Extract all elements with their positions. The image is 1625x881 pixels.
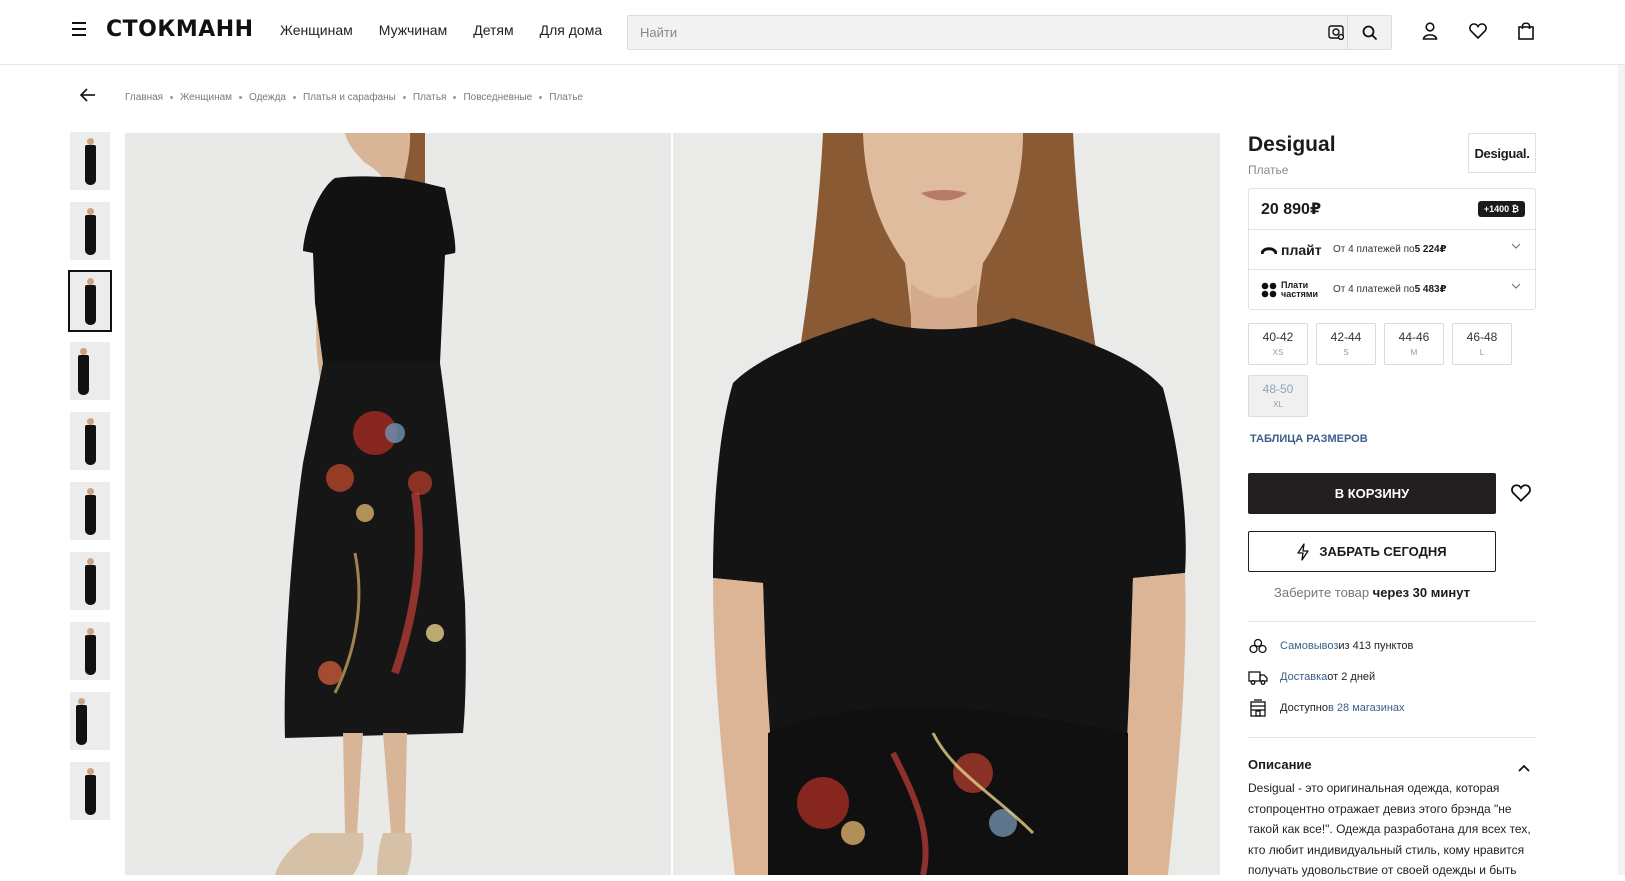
search-icon[interactable] <box>1347 16 1392 49</box>
bonus-badge: +1400 ₿ <box>1477 201 1525 217</box>
breadcrumb-separator <box>239 96 243 99</box>
thumbnail[interactable] <box>70 342 110 400</box>
nav-kids[interactable]: Детям <box>473 22 513 38</box>
size-option[interactable]: 44-46 M <box>1384 323 1444 365</box>
breadcrumb-separator <box>453 96 457 99</box>
thumbnail[interactable] <box>70 412 110 470</box>
user-icon[interactable] <box>1418 18 1442 44</box>
stores-text: Доступно <box>1280 702 1329 714</box>
nav-home[interactable]: Для дома <box>540 22 603 38</box>
product-gallery[interactable] <box>125 133 1220 875</box>
breadcrumb-item[interactable]: Платья и сарафаны <box>303 92 396 103</box>
header-actions <box>1418 18 1538 44</box>
pickup-link[interactable]: Самовывоз <box>1280 640 1338 652</box>
add-to-favorites-icon[interactable] <box>1511 484 1533 504</box>
thumbnail[interactable] <box>70 622 110 680</box>
price-box: 20 890₽ +1400 ₿ плайт От 4 платежей по 5… <box>1248 188 1536 310</box>
payment-amount: 5 483₽ <box>1414 284 1447 295</box>
divider <box>1248 621 1536 622</box>
size-option[interactable]: 42-44 S <box>1316 323 1376 365</box>
page-scrollbar[interactable] <box>1618 65 1625 875</box>
divider <box>1248 737 1536 738</box>
breadcrumb-item[interactable]: Платья <box>413 92 447 103</box>
chevron-down-icon <box>1511 283 1521 289</box>
payment-amount: 5 224₽ <box>1414 244 1447 255</box>
payment-option-parts[interactable]: Плати частями От 4 платежей по 5 483₽ <box>1249 269 1535 309</box>
plait-logo: плайт <box>1261 242 1333 258</box>
thumbnail[interactable] <box>70 132 110 190</box>
pickup-today-button[interactable]: ЗАБРАТЬ СЕГОДНЯ <box>1248 531 1496 572</box>
breadcrumb-item[interactable]: Женщинам <box>180 92 232 103</box>
nav-men[interactable]: Мужчинам <box>379 22 447 38</box>
thumbnail[interactable] <box>70 552 110 610</box>
product-price: 20 890₽ <box>1261 201 1322 218</box>
breadcrumb-item-current: Платье <box>549 92 583 103</box>
site-header: СТОКМАНН Женщинам Мужчинам Детям Для дом… <box>0 0 1625 65</box>
pickup-button-label: ЗАБРАТЬ СЕГОДНЯ <box>1319 544 1447 559</box>
dots-logo-icon <box>1261 282 1277 297</box>
delivery-stores: Доступно в 28 магазинах <box>1248 699 1405 717</box>
product-photo-front[interactable] <box>673 133 1220 875</box>
lightning-icon <box>1297 542 1310 561</box>
delivery-text: от 2 дней <box>1327 671 1376 683</box>
payment-text: От 4 платежей по <box>1333 244 1415 255</box>
payment-option-plait[interactable]: плайт От 4 платежей по 5 224₽ <box>1249 229 1535 269</box>
product-photo-back[interactable] <box>125 133 671 875</box>
search-bar <box>627 15 1392 50</box>
bag-icon[interactable] <box>1514 18 1538 44</box>
breadcrumb: Главная Женщинам Одежда Платья и сарафан… <box>125 92 583 103</box>
delivery-courier: Доставка от 2 дней <box>1248 668 1375 686</box>
breadcrumb-item[interactable]: Одежда <box>249 92 286 103</box>
description-title[interactable]: Описание <box>1248 757 1312 772</box>
search-input[interactable] <box>640 16 1300 49</box>
payment-provider-name-2: частями <box>1281 288 1319 299</box>
plait-logo-icon <box>1261 247 1277 254</box>
back-arrow-icon[interactable] <box>79 88 100 108</box>
chevron-up-icon[interactable] <box>1518 759 1532 772</box>
thumbnail[interactable] <box>70 482 110 540</box>
menu-icon[interactable] <box>72 22 86 36</box>
size-option-unavailable[interactable]: 48-50 XL <box>1248 375 1308 417</box>
site-logo[interactable]: СТОКМАНН <box>106 17 254 42</box>
truck-icon <box>1248 668 1268 686</box>
breadcrumb-separator <box>539 96 543 99</box>
pickup-hint: Заберите товар через 30 минут <box>1274 585 1470 600</box>
breadcrumb-item[interactable]: Повседневные <box>463 92 532 103</box>
heart-icon[interactable] <box>1466 18 1490 44</box>
delivery-link[interactable]: Доставка <box>1280 671 1327 683</box>
thumbnail-list <box>68 132 112 832</box>
stores-link[interactable]: в 28 магазинах <box>1328 702 1405 714</box>
thumbnail[interactable] <box>70 202 110 260</box>
size-option[interactable]: 40-42 XS <box>1248 323 1308 365</box>
pickup-points-icon <box>1248 637 1268 655</box>
pickup-text: из 413 пунктов <box>1338 640 1414 652</box>
store-icon <box>1248 699 1268 717</box>
nav-women[interactable]: Женщинам <box>280 22 353 38</box>
thumbnail[interactable] <box>70 762 110 820</box>
add-to-cart-button[interactable]: В КОРЗИНУ <box>1248 473 1496 514</box>
payment-text: От 4 платежей по <box>1333 284 1415 295</box>
brand-logo[interactable]: Desigual. <box>1468 133 1536 173</box>
thumbnail[interactable] <box>70 692 110 750</box>
chevron-down-icon <box>1511 243 1521 249</box>
thumbnail-selected[interactable] <box>68 270 112 332</box>
payment-provider-name: плайт <box>1281 241 1322 258</box>
delivery-pickup: Самовывоз из 413 пунктов <box>1248 637 1413 655</box>
size-table-link[interactable]: ТАБЛИЦА РАЗМЕРОВ <box>1250 433 1368 445</box>
main-nav: Женщинам Мужчинам Детям Для дома <box>280 22 602 38</box>
breadcrumb-separator <box>170 96 174 99</box>
size-option[interactable]: 46-48 L <box>1452 323 1512 365</box>
breadcrumb-item[interactable]: Главная <box>125 92 163 103</box>
description-text: Desigual - это оригинальная одежда, кото… <box>1248 781 1531 877</box>
breadcrumb-separator <box>402 96 406 99</box>
breadcrumb-separator <box>292 96 296 99</box>
plati-chastyami-logo: Плати частями <box>1261 280 1333 299</box>
product-panel: Desigual Платье Desigual. 20 890₽ +1400 … <box>1248 133 1536 877</box>
